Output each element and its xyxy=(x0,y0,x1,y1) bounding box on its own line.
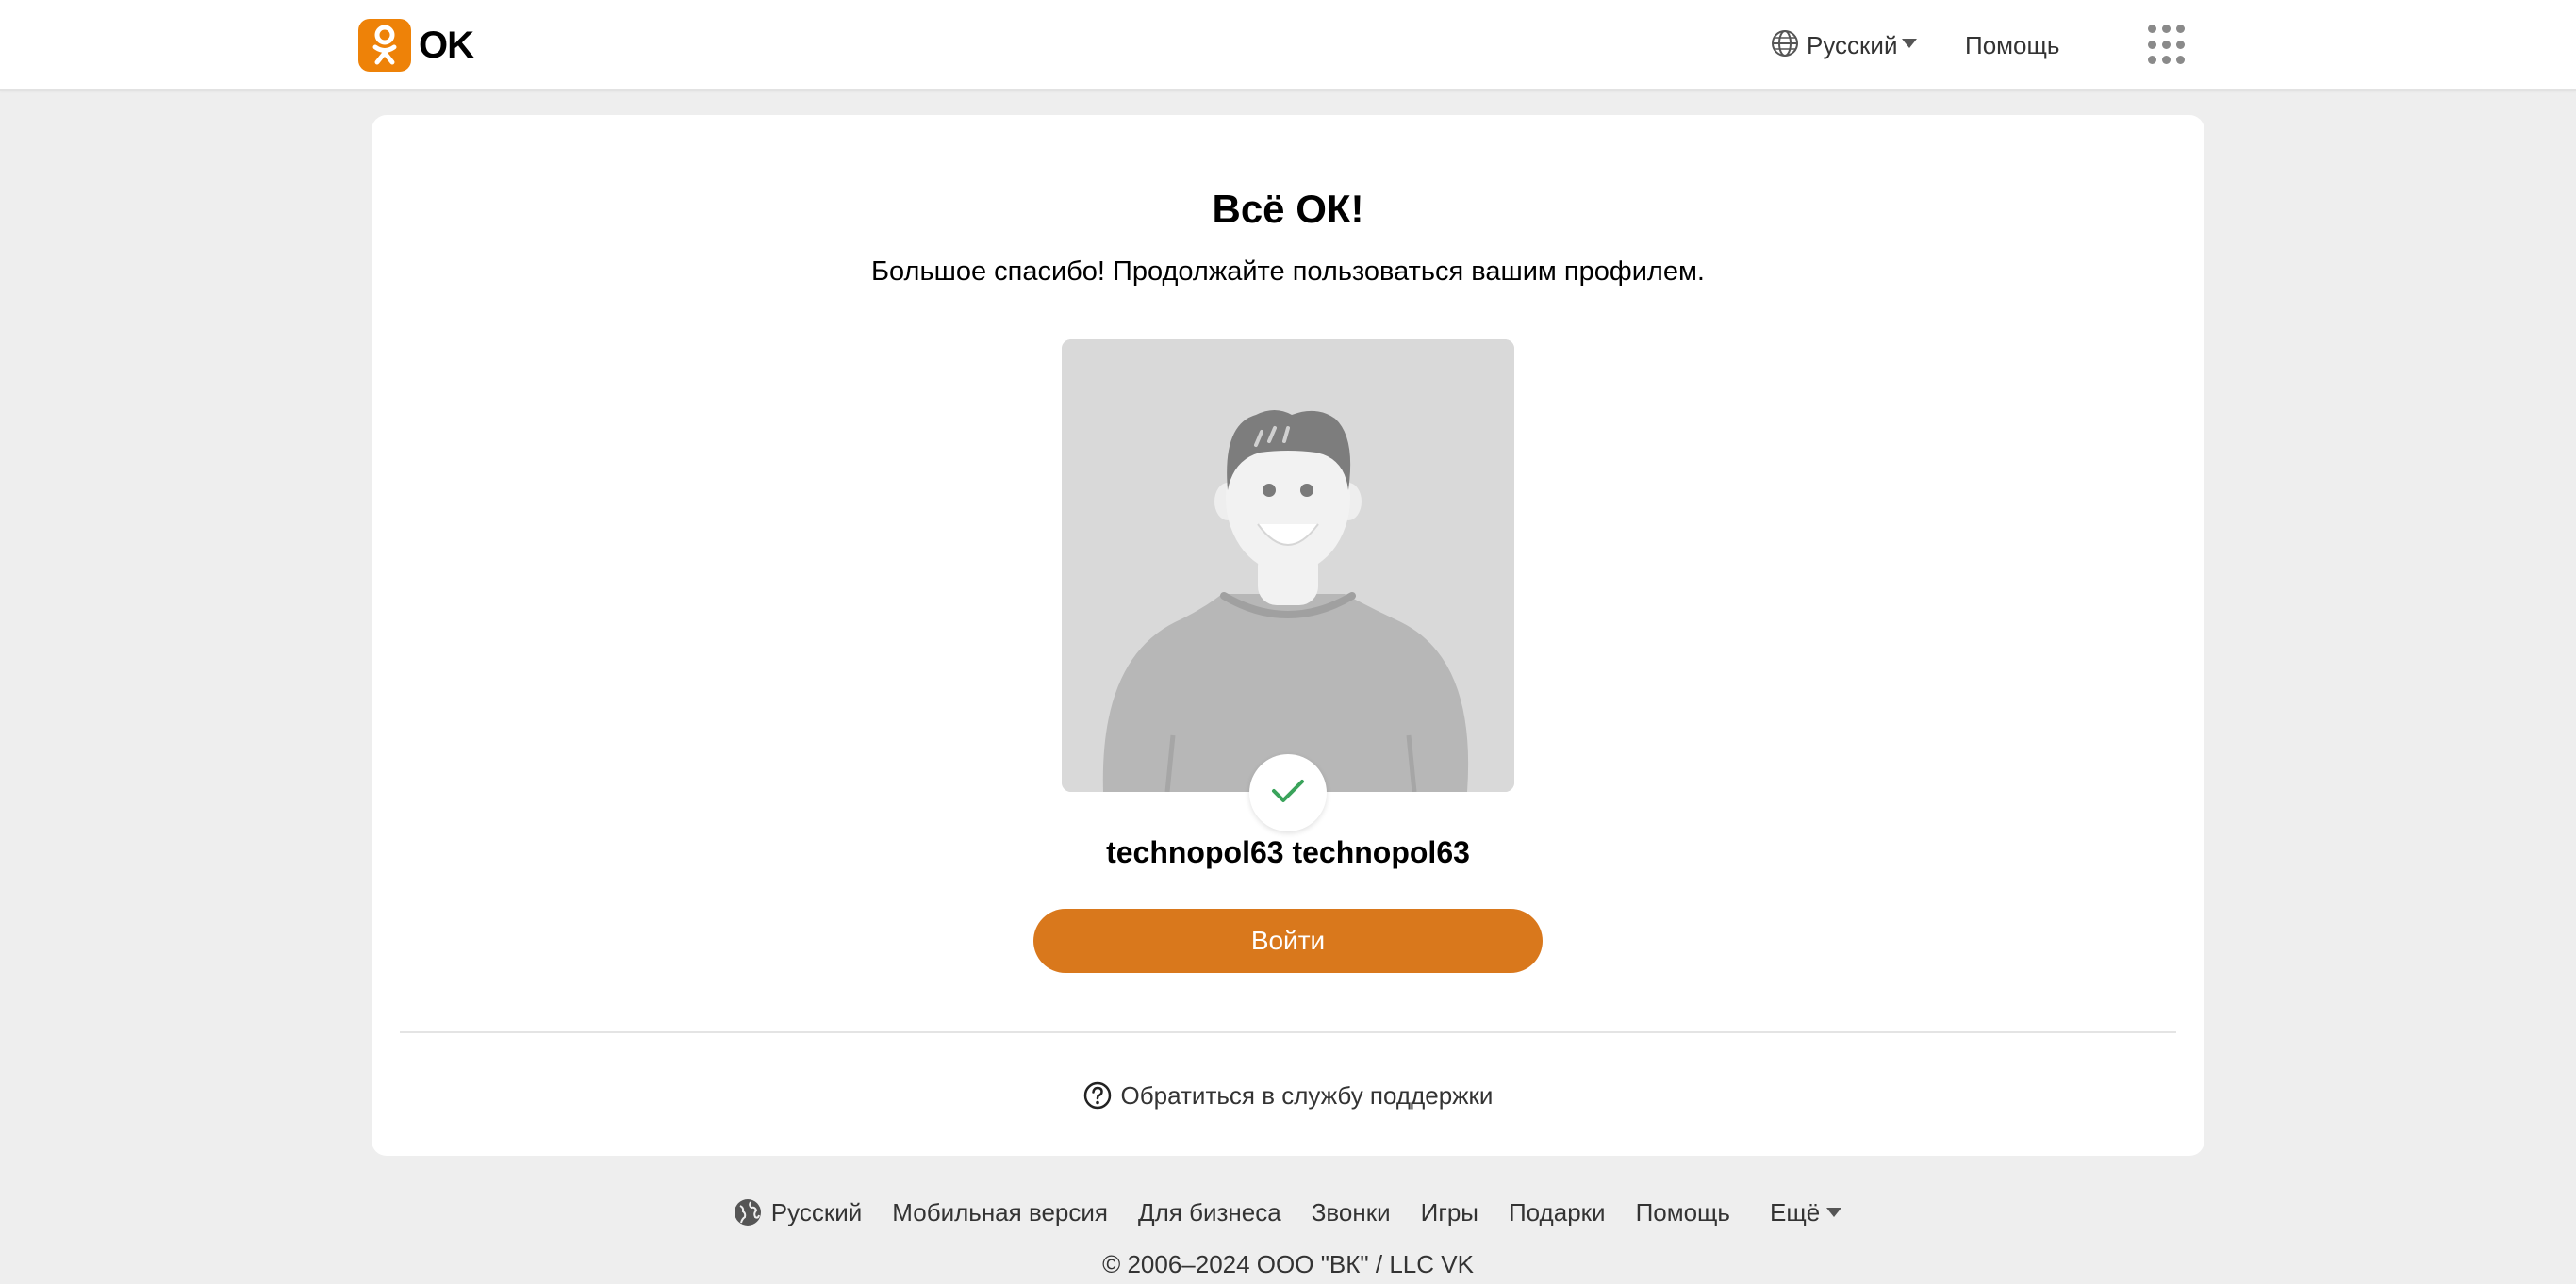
footer-link-games[interactable]: Игры xyxy=(1421,1198,1478,1227)
avatar-placeholder-icon xyxy=(1062,339,1514,792)
page-title: Всё ОК! xyxy=(1212,187,1364,231)
confirmation-card: Всё ОК! Большое спасибо! Продолжайте пол… xyxy=(372,115,2204,1156)
chevron-down-icon xyxy=(1901,37,1918,54)
support-link-label: Обратиться в службу поддержки xyxy=(1120,1080,1494,1110)
footer-link-help[interactable]: Помощь xyxy=(1636,1198,1730,1227)
support-link[interactable]: Обратиться в службу поддержки xyxy=(372,1077,2204,1114)
footer-link-business[interactable]: Для бизнеса xyxy=(1138,1198,1281,1227)
footer-link-mobile[interactable]: Мобильная версия xyxy=(892,1198,1108,1227)
question-circle-icon xyxy=(1083,1081,1112,1110)
ok-logo-icon xyxy=(358,19,411,72)
footer-more-menu[interactable]: Ещё xyxy=(1770,1198,1842,1227)
divider xyxy=(400,1031,2176,1033)
top-bar: OK Русский Помощь xyxy=(0,0,2576,91)
copyright: © 2006–2024 ООО "ВК" / LLC VK xyxy=(1102,1250,1474,1278)
header-help-link[interactable]: Помощь xyxy=(1965,28,2059,62)
footer-link-gifts[interactable]: Подарки xyxy=(1509,1198,1606,1227)
logo-text: OK xyxy=(419,24,474,66)
verified-badge xyxy=(1249,754,1327,831)
footer-more-label: Ещё xyxy=(1769,1197,1821,1226)
apps-grid-icon[interactable] xyxy=(2148,25,2186,66)
footer-link-calls[interactable]: Звонки xyxy=(1312,1198,1391,1227)
globe-icon xyxy=(734,1198,762,1226)
footer-nav: Русский Мобильная версия Для бизнеса Зво… xyxy=(0,1192,2576,1233)
page-subtitle: Большое спасибо! Продолжайте пользоватьс… xyxy=(871,256,1705,287)
avatar xyxy=(1062,339,1514,792)
language-switcher[interactable]: Русский xyxy=(1771,26,1918,64)
check-icon xyxy=(1271,778,1305,809)
footer-language-link[interactable]: Русский xyxy=(734,1198,862,1227)
profile-name: technopol63 technopol63 xyxy=(1106,835,1470,869)
language-label: Русский xyxy=(1807,30,1898,59)
login-button[interactable]: Войти xyxy=(1033,909,1543,973)
chevron-down-icon xyxy=(1825,1207,1842,1218)
footer-link-label: Русский xyxy=(770,1197,863,1226)
globe-icon xyxy=(1771,29,1799,62)
ok-logo[interactable]: OK xyxy=(358,19,474,72)
